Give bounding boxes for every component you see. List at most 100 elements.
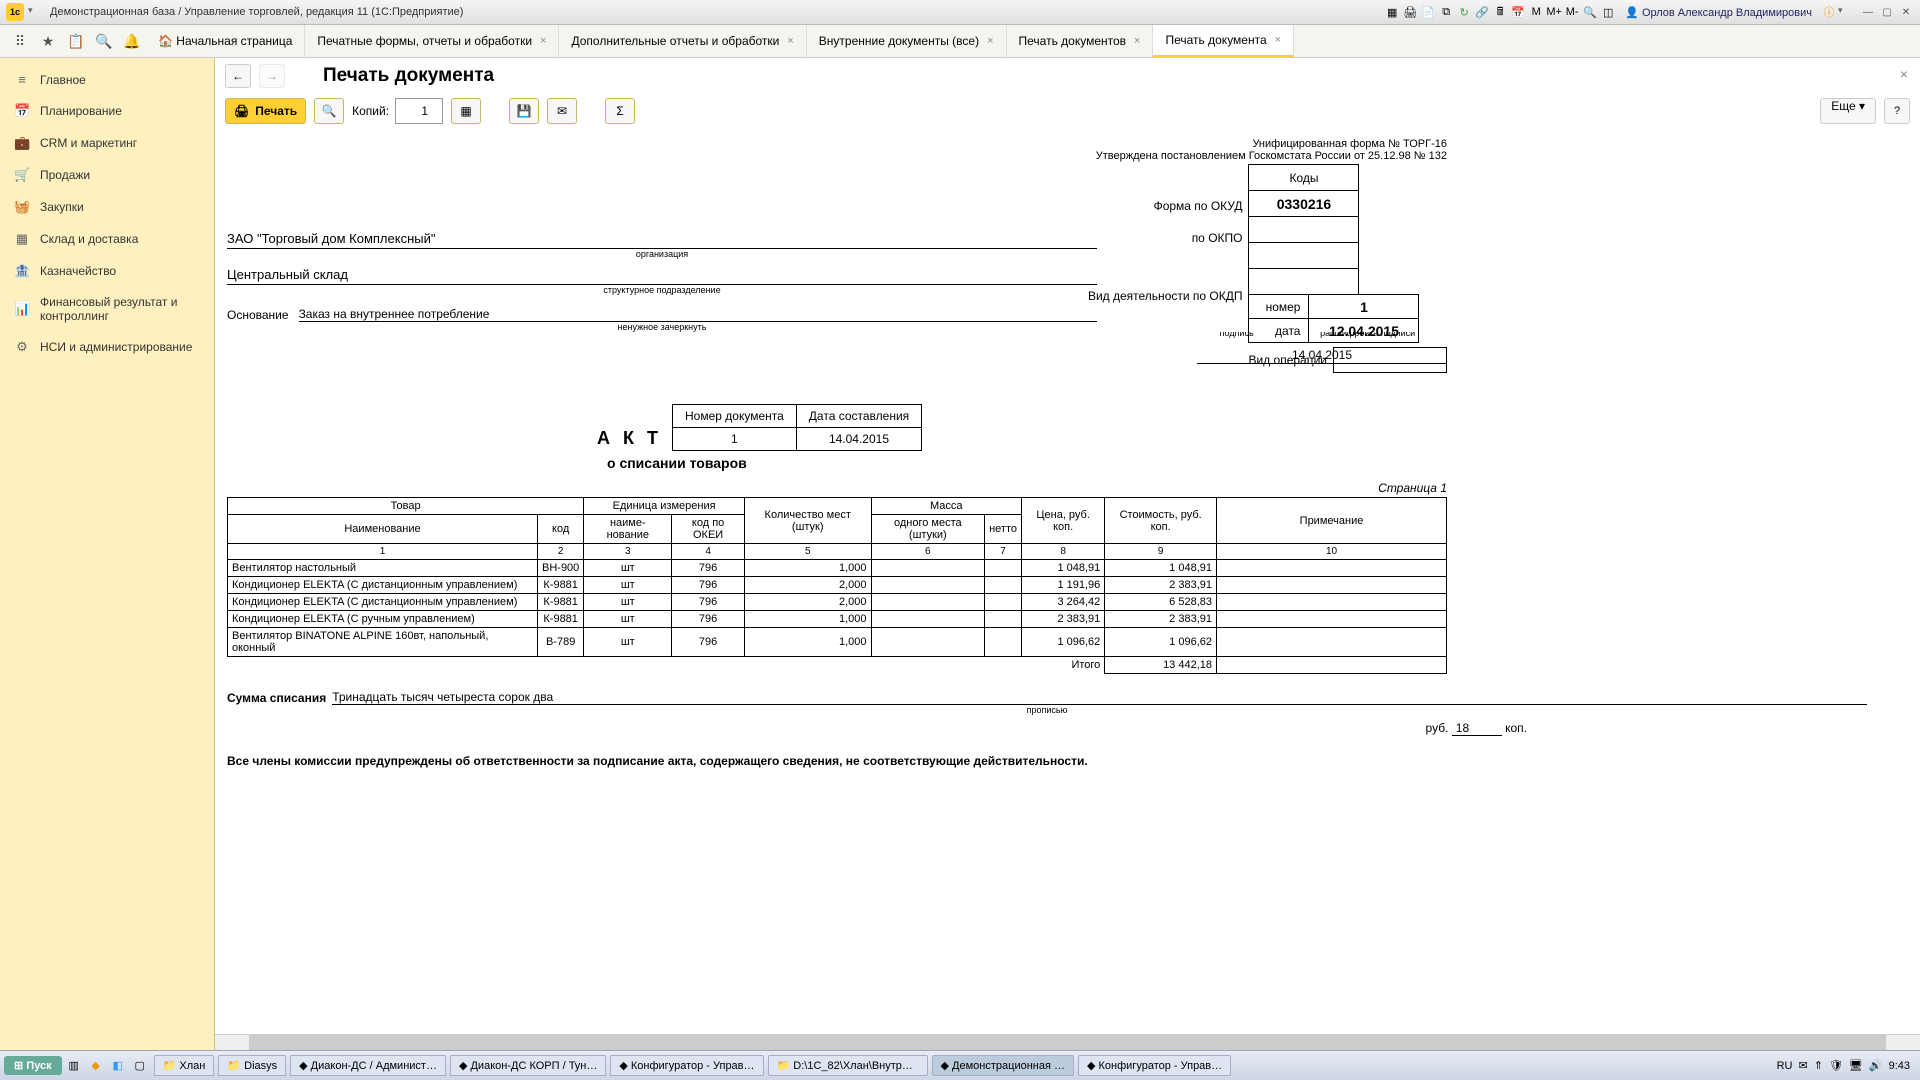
print-button[interactable]: 🖨 Печать bbox=[225, 98, 306, 124]
taskbar-task[interactable]: ◆ Конфигуратор - Управ… bbox=[1078, 1055, 1231, 1076]
taskbar-task[interactable]: 📁 Хлан bbox=[154, 1055, 215, 1076]
document-toolbar: 🖨 Печать 🔍 Копий: ▦ 💾 ✉ Σ Еще ▾ ? bbox=[215, 88, 1920, 134]
close-page-button[interactable]: × bbox=[1900, 66, 1908, 82]
maximize-button[interactable]: ▢ bbox=[1879, 5, 1895, 19]
close-icon[interactable]: × bbox=[1134, 35, 1140, 47]
sidebar-item-treasury[interactable]: 🏦Казначейство bbox=[0, 255, 214, 287]
tab-print-document[interactable]: Печать документа× bbox=[1153, 25, 1294, 57]
copies-label: Копий: bbox=[352, 104, 389, 118]
department-sub: структурное подразделение bbox=[227, 285, 1097, 295]
taskbar-task[interactable]: 📁 Diasys bbox=[218, 1055, 286, 1076]
sum-button[interactable]: Σ bbox=[605, 98, 635, 124]
tray-icon[interactable]: 🛡 bbox=[1829, 1059, 1843, 1072]
sidebar-item-finance[interactable]: 📊Финансовый результат и контроллинг bbox=[0, 287, 214, 331]
akt-title: А К Т bbox=[227, 404, 662, 449]
taskbar-task[interactable]: 📁 D:\1C_82\Хлан\Внутренн… bbox=[768, 1055, 928, 1076]
toolbar-icon[interactable]: ▦ bbox=[1384, 4, 1400, 20]
tab-home[interactable]: 🏠 Начальная страница bbox=[146, 25, 305, 57]
horizontal-scrollbar[interactable] bbox=[215, 1034, 1920, 1050]
department: Центральный склад bbox=[227, 265, 1097, 285]
sidebar-item-crm[interactable]: 💼CRM и маркетинг bbox=[0, 127, 214, 159]
tray-icon[interactable]: 🔊 bbox=[1869, 1059, 1883, 1072]
close-icon[interactable]: × bbox=[787, 35, 793, 47]
zoom-icon[interactable]: 🔍 bbox=[1582, 4, 1598, 20]
system-tray: RU ✉ ⇑ 🛡 🖥 🔊 9:43 bbox=[1777, 1059, 1916, 1072]
tab-additional-reports[interactable]: Дополнительные отчеты и обработки× bbox=[559, 25, 806, 57]
close-icon[interactable]: × bbox=[987, 35, 993, 47]
column-numbers: 12345678910 bbox=[228, 544, 1447, 560]
refresh-icon[interactable]: ↻ bbox=[1456, 4, 1472, 20]
taskbar-task[interactable]: ◆ Демонстрационная … bbox=[932, 1055, 1074, 1076]
tab-internal-docs[interactable]: Внутренние документы (все)× bbox=[807, 25, 1007, 57]
page-number: Страница 1 bbox=[227, 481, 1447, 495]
close-icon[interactable]: × bbox=[540, 35, 546, 47]
compare-icon[interactable]: ⧉ bbox=[1438, 4, 1454, 20]
m-minus-icon[interactable]: M- bbox=[1564, 4, 1580, 20]
sidebar-item-warehouse[interactable]: ▦Склад и доставка bbox=[0, 223, 214, 255]
copies-input[interactable] bbox=[395, 98, 443, 124]
search-icon[interactable]: 🔍 bbox=[90, 25, 118, 57]
akt-subtitle: о списании товаров bbox=[607, 455, 1867, 471]
table-row: Кондиционер ELEKTA (С ручным управлением… bbox=[228, 611, 1447, 628]
language-indicator[interactable]: RU bbox=[1777, 1060, 1793, 1072]
doc-icon[interactable]: 📄 bbox=[1420, 4, 1436, 20]
warning-text: Все члены комиссии предупреждены об отве… bbox=[227, 754, 1867, 768]
tray-icon[interactable]: ⇑ bbox=[1814, 1059, 1823, 1072]
tray-icon[interactable]: ✉ bbox=[1799, 1059, 1808, 1072]
basket-icon: 🧺 bbox=[14, 199, 30, 215]
back-button[interactable]: ← bbox=[225, 64, 251, 88]
close-icon[interactable]: × bbox=[1275, 34, 1281, 46]
quicklaunch-icon[interactable]: ▥ bbox=[64, 1056, 84, 1076]
taskbar-task[interactable]: ◆ Диакон-ДС / Админист… bbox=[290, 1055, 446, 1076]
info-icon[interactable]: ⓘ bbox=[1821, 4, 1837, 20]
okud-label: Форма по ОКУД bbox=[1088, 190, 1243, 222]
taskbar-task[interactable]: ◆ Конфигуратор - Управ… bbox=[610, 1055, 763, 1076]
quicklaunch-icon[interactable]: ◧ bbox=[108, 1056, 128, 1076]
basis-label: Основание bbox=[227, 308, 289, 322]
quicklaunch-icon[interactable]: ◆ bbox=[86, 1056, 106, 1076]
tab-bar: ⠿ ★ 📋 🔍 🔔 🏠 Начальная страница Печатные … bbox=[0, 25, 1920, 58]
calc-icon[interactable]: 🖩 bbox=[1492, 4, 1508, 20]
favorite-icon[interactable]: ★ bbox=[34, 25, 62, 57]
info-dropdown[interactable]: ▾ bbox=[1838, 5, 1852, 19]
tab-print-documents[interactable]: Печать документов× bbox=[1007, 25, 1154, 57]
sidebar-item-sales[interactable]: 🛒Продажи bbox=[0, 159, 214, 191]
link-icon[interactable]: 🔗 bbox=[1474, 4, 1490, 20]
help-button[interactable]: ? bbox=[1884, 98, 1910, 124]
sidebar-item-main[interactable]: ≡Главное bbox=[0, 64, 214, 95]
m-icon[interactable]: M bbox=[1528, 4, 1544, 20]
minimize-button[interactable]: — bbox=[1860, 5, 1876, 19]
apps-icon[interactable]: ⠿ bbox=[6, 25, 34, 57]
table-row: Вентилятор BINATONE ALPINE 160вт, наполь… bbox=[228, 628, 1447, 657]
sum-label: Сумма списания bbox=[227, 691, 326, 705]
app-menu-dropdown[interactable]: ▾ bbox=[28, 5, 42, 19]
m-plus-icon[interactable]: M+ bbox=[1546, 4, 1562, 20]
save-button[interactable]: 💾 bbox=[509, 98, 539, 124]
codes-table: Коды 0330216 bbox=[1248, 164, 1359, 295]
settings-button[interactable]: ▦ bbox=[451, 98, 481, 124]
tray-icon[interactable]: 🖥 bbox=[1849, 1059, 1863, 1072]
taskbar-task[interactable]: ◆ Диакон-ДС КОРП / Тун… bbox=[450, 1055, 606, 1076]
close-button[interactable]: ✕ bbox=[1898, 5, 1914, 19]
email-button[interactable]: ✉ bbox=[547, 98, 577, 124]
current-user[interactable]: 👤 Орлов Александр Владимирович bbox=[1625, 6, 1812, 19]
start-button[interactable]: ⊞ Пуск bbox=[4, 1056, 62, 1075]
bell-icon[interactable]: 🔔 bbox=[118, 25, 146, 57]
tab-print-forms[interactable]: Печатные формы, отчеты и обработки× bbox=[305, 25, 559, 57]
sidebar-item-planning[interactable]: 📅Планирование bbox=[0, 95, 214, 127]
forward-button[interactable]: → bbox=[259, 64, 285, 88]
os-taskbar: ⊞ Пуск ▥ ◆ ◧ ▢ 📁 Хлан 📁 Diasys ◆ Диакон-… bbox=[0, 1050, 1920, 1080]
sidebar-item-purchase[interactable]: 🧺Закупки bbox=[0, 191, 214, 223]
print-icon[interactable]: 🖨 bbox=[1402, 4, 1418, 20]
sum-words: Тринадцать тысяч четыреста сорок два bbox=[332, 690, 1867, 705]
document-viewport[interactable]: Унифицированная форма № ТОРГ-16 Утвержде… bbox=[215, 134, 1920, 1034]
more-button[interactable]: Еще ▾ bbox=[1820, 98, 1876, 124]
calendar-icon[interactable]: 📅 bbox=[1510, 4, 1526, 20]
sidebar-item-admin[interactable]: ⚙НСИ и администрирование bbox=[0, 331, 214, 363]
clipboard-icon[interactable]: 📋 bbox=[62, 25, 90, 57]
quicklaunch-icon[interactable]: ▢ bbox=[130, 1056, 150, 1076]
panels-icon[interactable]: ◫ bbox=[1600, 4, 1616, 20]
clock[interactable]: 9:43 bbox=[1889, 1060, 1910, 1072]
form-standard-line1: Унифицированная форма № ТОРГ-16 bbox=[227, 138, 1447, 150]
preview-button[interactable]: 🔍 bbox=[314, 98, 344, 124]
